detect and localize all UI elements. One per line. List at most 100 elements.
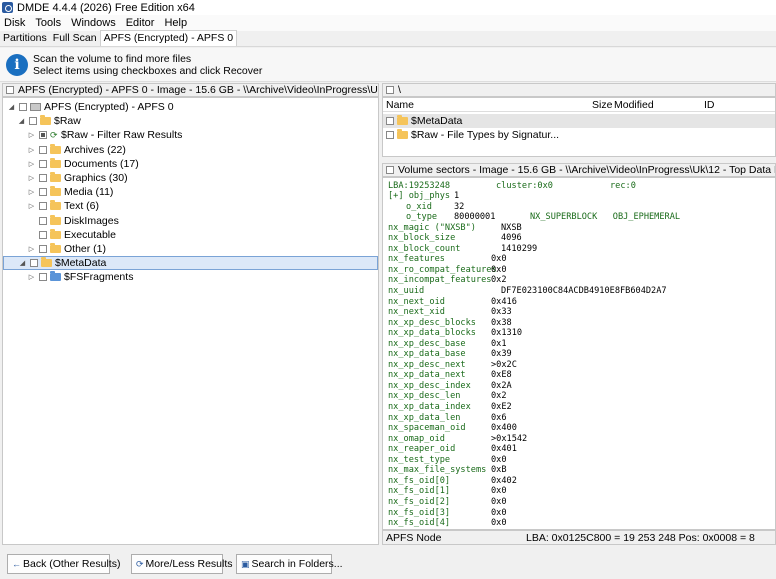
column-size[interactable]: Size — [592, 99, 612, 111]
column-name[interactable]: Name — [386, 99, 414, 111]
tree-item[interactable]: ▷ $FSFragments — [3, 270, 133, 284]
tree-item[interactable]: ◢ $MetaData — [3, 256, 378, 271]
obj-field[interactable]: o_xid 32 — [406, 202, 464, 213]
superblock-field[interactable]: nx_reaper_oid 0x401 — [388, 444, 517, 455]
hex-panel-title: Volume sectors - Image - 15.6 GB - \\Arc… — [398, 164, 775, 176]
expand-icon[interactable]: ▷ — [27, 174, 36, 182]
menu-help[interactable]: Help — [160, 17, 193, 29]
superblock-field[interactable]: nx_fs_oid[0] 0x402 — [388, 476, 517, 487]
more-less-results-button[interactable]: ⟳ More/Less Results — [131, 554, 233, 574]
field-name: nx_fs_oid[3] — [388, 507, 451, 518]
menu-windows[interactable]: Windows — [67, 17, 122, 29]
superblock-field[interactable]: nx_xp_desc_index 0x2A — [388, 381, 512, 392]
superblock-field[interactable]: nx_block_count 1410299 — [388, 244, 537, 255]
tree-checkbox[interactable] — [39, 159, 47, 168]
tree-checkbox[interactable] — [39, 174, 47, 182]
tree-checkbox[interactable] — [39, 188, 47, 197]
tree-item[interactable]: ◢ $Raw — [3, 114, 81, 128]
tree-item[interactable]: ▷ Other (1) — [3, 242, 106, 256]
structure-view[interactable]: LBA:19253248 cluster:0x0 rec:0 [+] obj_p… — [382, 177, 776, 530]
file-checkbox[interactable] — [386, 117, 394, 125]
superblock-field[interactable]: nx_fs_oid[1] 0x0 — [388, 486, 507, 497]
menu-tools[interactable]: Tools — [31, 17, 67, 29]
superblock-field[interactable]: nx_fs_oid[4] 0x0 — [388, 518, 507, 529]
tree-item[interactable]: ▷ Graphics (30) — [3, 171, 128, 185]
info-line-scan: Scan the volume to find more files — [33, 52, 192, 65]
hex-header-checkbox[interactable] — [386, 166, 394, 174]
column-id[interactable]: ID — [704, 99, 715, 111]
tree-item[interactable]: ▷ Media (11) — [3, 185, 113, 199]
superblock-field[interactable]: nx_block_size 4096 — [388, 233, 522, 244]
expand-icon[interactable]: ▷ — [27, 131, 36, 139]
tree-header-checkbox[interactable] — [6, 86, 14, 94]
field-name: nx_xp_desc_next — [388, 359, 466, 370]
superblock-field[interactable]: nx_next_oid 0x416 — [388, 297, 517, 308]
obj-field[interactable]: [+] obj_phys 1 — [388, 191, 459, 202]
superblock-field[interactable]: nx_xp_desc_len 0x2 — [388, 391, 507, 402]
tree-checkbox[interactable] — [30, 259, 38, 268]
tree-item[interactable]: DiskImages — [3, 214, 119, 228]
tab-partitions[interactable]: Partitions — [0, 31, 50, 46]
tree-item[interactable]: ▷ Archives (22) — [3, 143, 126, 157]
superblock-field[interactable]: nx_uuid DF7E023100C84ACDB4910E8FB604D2A7 — [388, 286, 667, 297]
tab-apfs-volume[interactable]: APFS (Encrypted) - APFS 0 — [99, 30, 238, 46]
superblock-field[interactable]: nx_xp_desc_next >0x2C — [388, 359, 517, 371]
superblock-field[interactable]: nx_xp_data_next 0xE8 — [388, 370, 512, 381]
expand-icon[interactable]: ▷ — [27, 245, 36, 253]
collapse-icon[interactable]: ◢ — [7, 103, 16, 111]
superblock-field[interactable]: nx_test_type 0x0 — [388, 455, 507, 466]
file-checkbox[interactable] — [386, 131, 394, 139]
tab-full-scan[interactable]: Full Scan — [50, 31, 100, 46]
menu-editor[interactable]: Editor — [122, 17, 161, 29]
superblock-field[interactable]: nx_fs_oid[3] 0x0 — [388, 507, 507, 519]
expand-icon[interactable]: ▷ — [27, 273, 36, 281]
superblock-field[interactable]: nx_ro_compat_features 0x0 — [388, 265, 507, 276]
tree-item[interactable]: ◢ APFS (Encrypted) - APFS 0 — [3, 100, 174, 114]
file-row-metadata[interactable]: $MetaData — [383, 114, 775, 128]
expand-icon[interactable]: ▷ — [27, 146, 36, 154]
superblock-field[interactable]: nx_features 0x0 — [388, 254, 507, 265]
superblock-field[interactable]: nx_incompat_features 0x2 — [388, 275, 507, 286]
obj-field[interactable]: o_type 80000001 NX_SUPERBLOCK OBJ_EPHEMERA… — [406, 212, 680, 223]
superblock-field[interactable]: nx_xp_data_base 0x39 — [388, 349, 512, 360]
collapse-icon[interactable]: ◢ — [17, 117, 26, 125]
expand-icon[interactable]: ▷ — [27, 160, 36, 168]
tree-checkbox[interactable] — [39, 145, 47, 154]
field-value: 0x39 — [491, 349, 512, 360]
files-header-checkbox[interactable] — [386, 86, 394, 94]
superblock-field[interactable]: nx_xp_data_index 0xE2 — [388, 402, 512, 413]
tree-item[interactable]: Executable — [3, 228, 116, 242]
tree-checkbox[interactable] — [19, 103, 27, 111]
tree-checkbox[interactable] — [39, 131, 47, 140]
tree-item[interactable]: ▷ Text (6) — [3, 199, 99, 213]
superblock-field[interactable]: nx_spaceman_oid 0x400 — [388, 423, 517, 434]
folder-tree[interactable]: ◢ APFS (Encrypted) - APFS 0 ◢ $Raw ▷ ⟳ $Raw - … — [2, 97, 379, 545]
tree-checkbox[interactable] — [29, 117, 37, 126]
tree-checkbox[interactable] — [39, 273, 47, 282]
superblock-field[interactable]: nx_xp_data_blocks 0x1310 — [388, 328, 522, 339]
tree-checkbox[interactable] — [39, 230, 47, 239]
superblock-field[interactable]: nx_xp_desc_blocks 0x38 — [388, 318, 512, 329]
superblock-field[interactable]: nx_omap_oid >0x1542 — [388, 434, 527, 445]
tree-checkbox[interactable] — [39, 202, 47, 211]
expand-icon[interactable]: ▷ — [27, 202, 36, 210]
tree-item[interactable]: ▷ Documents (17) — [3, 157, 139, 171]
search-in-folders-button[interactable]: ▣ Search in Folders... — [236, 554, 343, 574]
window-title: DMDE 4.4.4 (2026) Free Edition x64 — [17, 1, 195, 14]
superblock-field[interactable]: nx_xp_desc_base 0x1 — [388, 339, 507, 350]
superblock-field[interactable]: nx_next_xid 0x33 — [388, 307, 512, 318]
tree-item[interactable]: ▷ ⟳ $Raw - Filter Raw Results — [3, 128, 183, 142]
file-list[interactable]: Name Size Modified ID $MetaData $Raw - F… — [382, 97, 776, 157]
tree-checkbox[interactable] — [39, 216, 47, 225]
superblock-field[interactable]: nx_magic ("NXSB") NXSB — [388, 223, 522, 234]
tree-checkbox[interactable] — [39, 245, 47, 253]
expand-icon[interactable]: ▷ — [27, 188, 36, 196]
column-modified[interactable]: Modified — [614, 99, 654, 111]
menu-disk[interactable]: Disk — [0, 17, 31, 29]
superblock-field[interactable]: nx_xp_data_len 0x6 — [388, 413, 507, 424]
superblock-field[interactable]: nx_max_file_systems 0xB — [388, 465, 507, 476]
collapse-icon[interactable]: ◢ — [18, 259, 27, 267]
superblock-field[interactable]: nx_fs_oid[2] 0x0 — [388, 497, 507, 508]
back-button[interactable]: ← Back (Other Results) — [7, 554, 120, 574]
file-row-raw[interactable]: $Raw - File Types by Signatur... — [383, 128, 775, 142]
